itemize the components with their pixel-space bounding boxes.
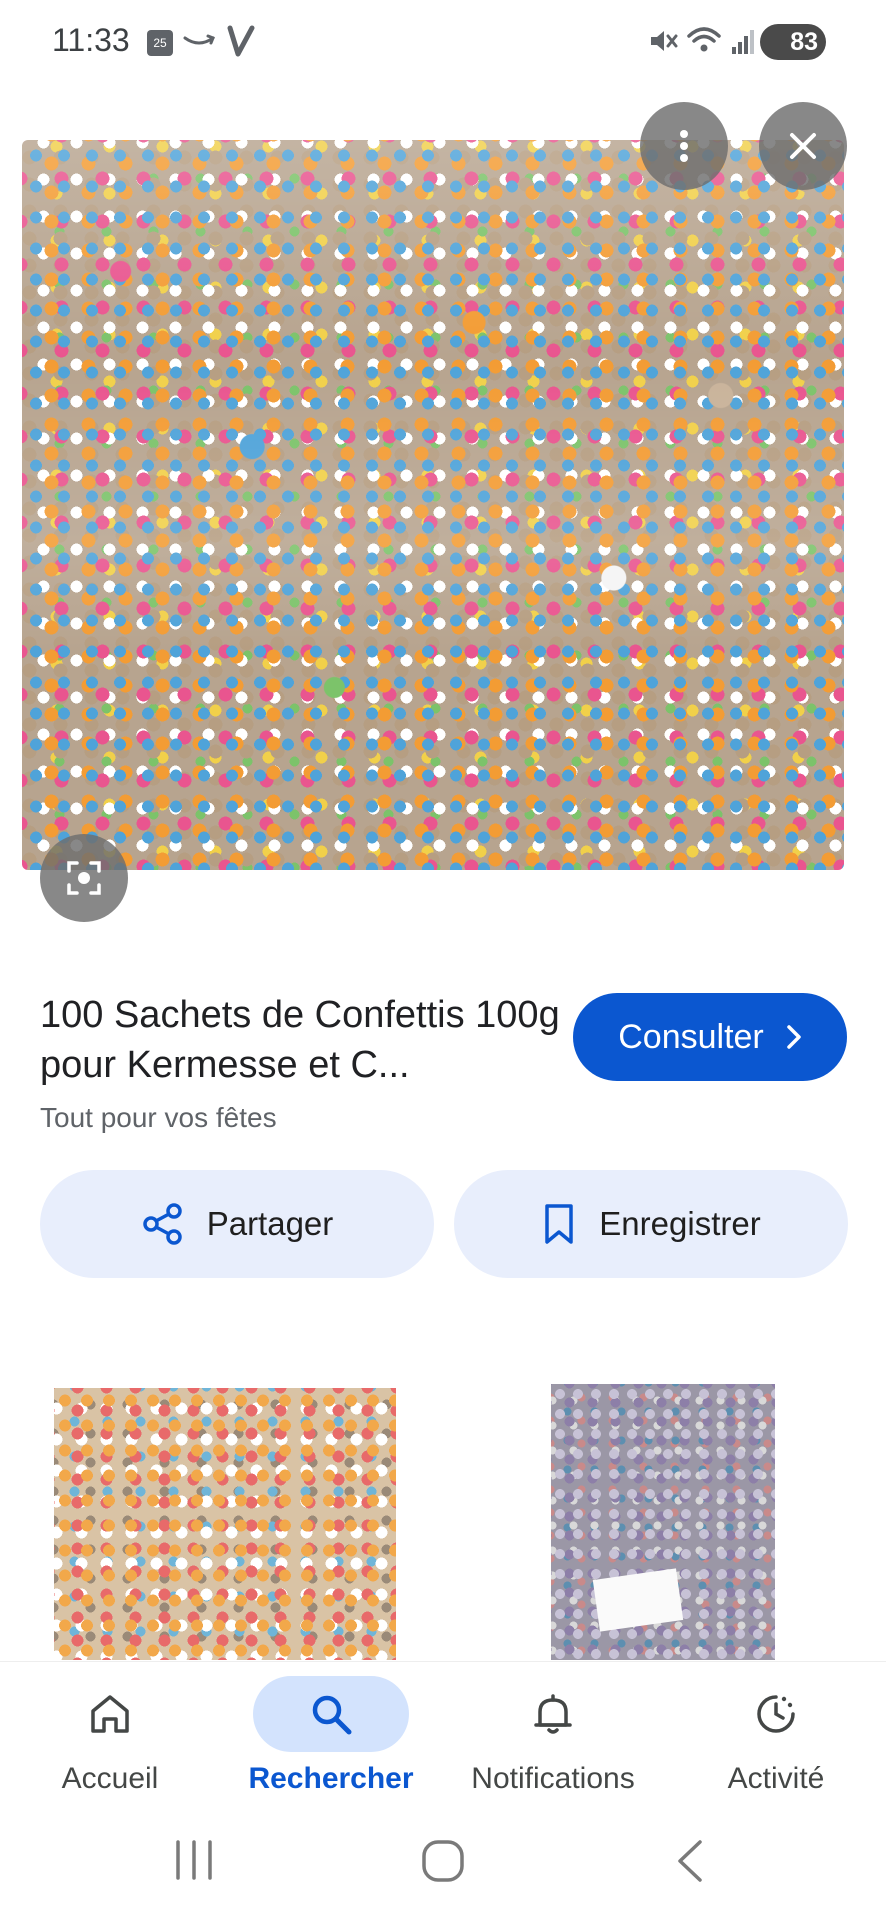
lens-search-button[interactable] [40,834,128,922]
nav-item-home[interactable]: Accueil [0,1676,220,1796]
result-title[interactable]: 100 Sachets de Confettis 100g pour Kerme… [40,990,560,1090]
lens-icon [67,861,101,895]
nav-item-search[interactable]: Rechercher [221,1676,441,1796]
search-icon [312,1695,352,1735]
related-result-image[interactable] [54,1388,396,1660]
home-circle-icon [422,1840,464,1882]
result-source[interactable]: Tout pour vos fêtes [40,1102,277,1134]
recents-button[interactable] [172,1838,216,1887]
share-button[interactable]: Partager [40,1170,434,1278]
calendar-notification-icon: 25 [147,30,173,56]
wifi-icon [686,24,722,61]
activity-icon [757,1695,795,1733]
amazon-notification-icon [182,30,216,57]
battery-indicator: 83 [760,24,826,60]
bookmark-icon [545,1204,574,1244]
bell-icon [534,1694,572,1734]
more-options-button[interactable] [640,102,728,190]
system-back-button[interactable] [672,1838,708,1889]
more-vert-icon [680,130,688,162]
nav-item-home-label: Accueil [61,1762,159,1795]
mute-icon [648,26,678,61]
save-button-label: Enregistrer [599,1205,761,1242]
nav-item-activity-label: Activité [727,1762,825,1795]
close-icon [790,133,816,159]
nav-item-notifications[interactable]: Notifications [443,1676,663,1796]
signal-icon [730,28,756,61]
v-app-notification-icon [226,24,256,66]
nav-item-notifications-label: Notifications [471,1762,635,1795]
system-home-button[interactable] [420,1838,466,1889]
recents-icon [176,1840,212,1880]
nav-item-search-label: Rechercher [248,1762,414,1795]
nav-item-activity[interactable]: Activité [666,1676,886,1796]
chevron-right-icon [787,1025,801,1049]
visit-button-label: Consulter [618,1017,764,1056]
back-icon [678,1840,702,1882]
share-icon [142,1203,182,1245]
status-time: 11:33 [52,22,130,58]
home-icon [91,1695,129,1733]
product-image-sheen [22,140,844,870]
share-button-label: Partager [206,1205,334,1242]
close-button[interactable] [759,102,847,190]
visit-button[interactable]: Consulter [573,993,847,1081]
save-button[interactable]: Enregistrer [454,1170,848,1278]
